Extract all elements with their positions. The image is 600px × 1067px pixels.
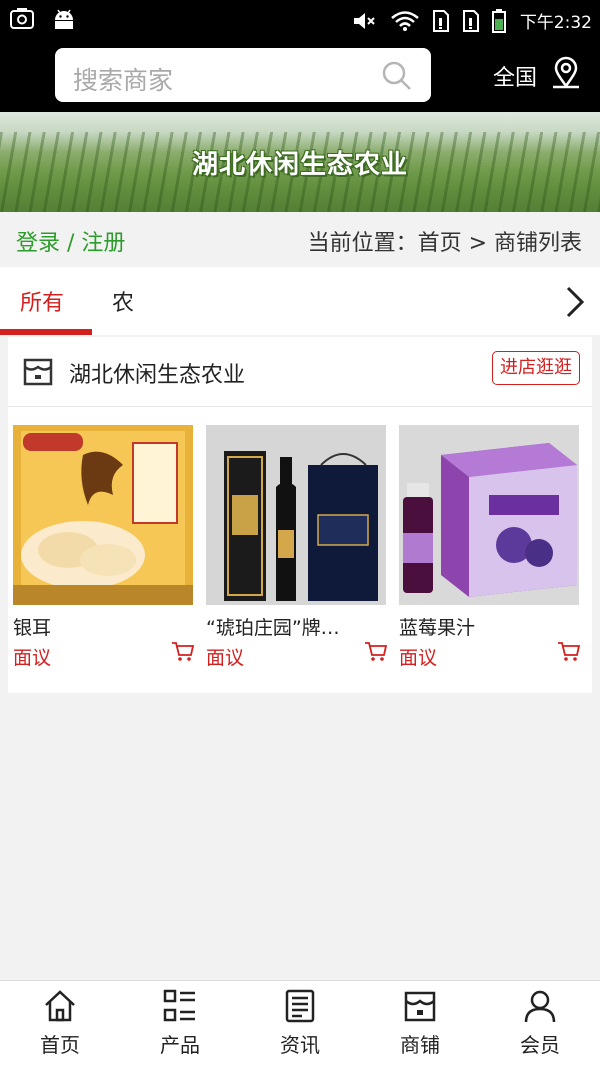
- product-image-tremella[interactable]: [13, 425, 193, 605]
- sim1-icon: [432, 9, 449, 32]
- status-time: 下午2:32: [519, 13, 592, 33]
- mute-icon: [353, 12, 375, 29]
- chevron-right-icon[interactable]: [564, 285, 586, 319]
- product-name: 蓝莓果汁: [399, 617, 476, 639]
- search-input[interactable]: 搜索商家: [55, 48, 431, 102]
- product-image-wine[interactable]: [206, 425, 386, 605]
- category-tabs: 所有 农: [0, 267, 600, 335]
- tab-agriculture[interactable]: 农: [112, 285, 134, 317]
- product-card[interactable]: “琥珀庄园”牌… 面议: [206, 425, 388, 670]
- battery-icon: [491, 8, 506, 33]
- nav-home-label: 首页: [40, 1033, 80, 1057]
- nav-products-label: 产品: [160, 1033, 200, 1057]
- banner[interactable]: 湖北休闲生态农业: [0, 112, 600, 212]
- banner-title: 湖北休闲生态农业: [191, 150, 408, 180]
- bottom-nav: 首页 产品 资讯 商铺 会员: [0, 980, 600, 1067]
- shop-header[interactable]: 湖北休闲生态农业 进店逛逛: [8, 337, 592, 407]
- wifi-icon: [391, 10, 419, 31]
- breadcrumb: 当前位置：首页 > 商铺列表: [307, 231, 582, 256]
- android-icon: [55, 9, 73, 29]
- product-price: 面议: [399, 647, 438, 669]
- product-card[interactable]: 蓝莓果汁 面议: [399, 425, 581, 670]
- cart-icon[interactable]: [364, 641, 388, 663]
- shop-card: 湖北休闲生态农业 进店逛逛 银耳 面议 “琥珀庄园”牌… 面议 蓝莓果汁 面议: [8, 337, 592, 693]
- search-placeholder: 搜索商家: [73, 66, 174, 95]
- product-price: 面议: [206, 647, 245, 669]
- cart-icon[interactable]: [557, 641, 581, 663]
- screenshot-icon: [10, 8, 34, 29]
- search-icon[interactable]: [381, 60, 413, 92]
- shop-icon: [404, 991, 436, 1022]
- nav-shops-label: 商铺: [400, 1033, 440, 1057]
- active-tab-indicator: [0, 329, 92, 335]
- product-image-blueberry-juice[interactable]: [399, 425, 579, 605]
- nav-news-label: 资讯: [280, 1033, 320, 1057]
- nav-member-label: 会员: [520, 1033, 560, 1057]
- news-icon: [285, 989, 315, 1023]
- login-register-link[interactable]: 登录 / 注册: [16, 225, 125, 257]
- header: 搜索商家 全国: [0, 40, 600, 112]
- nav-shops[interactable]: 商铺: [360, 989, 480, 1058]
- store-icon: [23, 358, 53, 386]
- home-icon: [45, 990, 75, 1022]
- product-price: 面议: [13, 647, 52, 669]
- region-selector[interactable]: 全国: [493, 60, 537, 92]
- nav-member[interactable]: 会员: [480, 989, 600, 1058]
- product-list-icon: [163, 989, 195, 1022]
- tab-all[interactable]: 所有: [20, 285, 64, 317]
- nav-news[interactable]: 资讯: [240, 989, 360, 1058]
- sim2-icon: [462, 9, 479, 32]
- subheader: 登录 / 注册 当前位置：首页 > 商铺列表: [0, 212, 600, 267]
- nav-home[interactable]: 首页: [0, 989, 120, 1058]
- shop-name: 湖北休闲生态农业: [69, 363, 246, 388]
- visit-shop-button[interactable]: 进店逛逛: [492, 351, 580, 385]
- nav-products[interactable]: 产品: [120, 989, 240, 1058]
- location-pin-icon[interactable]: [550, 56, 582, 90]
- product-card[interactable]: 银耳 面议: [13, 425, 195, 670]
- member-icon: [524, 990, 556, 1023]
- product-name: 银耳: [13, 617, 52, 639]
- status-bar: 下午2:32: [0, 0, 600, 40]
- product-name: “琥珀庄园”牌…: [206, 617, 340, 639]
- cart-icon[interactable]: [171, 641, 195, 663]
